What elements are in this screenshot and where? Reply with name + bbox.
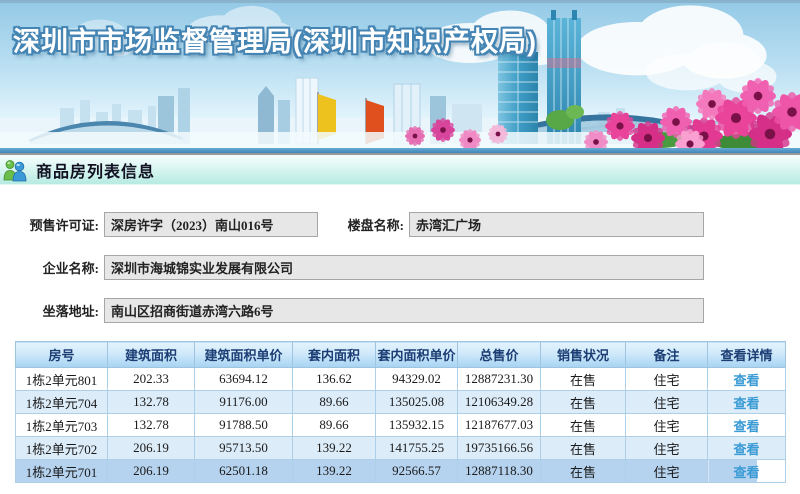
property-info-form: 预售许可证: 楼盘名称: 企业名称: 坐落地址: [0, 185, 800, 323]
table-cell: 92566.57 [376, 460, 458, 483]
table-cell: 住宅 [626, 414, 708, 437]
people-icon [2, 158, 28, 182]
table-cell: 在售 [541, 460, 626, 483]
view-detail-cell[interactable]: 查看 [708, 460, 786, 483]
table-cell: 63694.12 [195, 368, 293, 391]
presale-permit-label: 预售许可证: [0, 215, 104, 234]
column-header: 总售价 [458, 342, 541, 368]
table-cell: 在售 [541, 391, 626, 414]
table-cell: 1栋2单元701 [16, 460, 108, 483]
view-detail-cell[interactable]: 查看 [708, 391, 786, 414]
table-header-row: 房号建筑面积建筑面积单价套内面积套内面积单价总售价销售状况备注查看详情 [16, 342, 786, 368]
table-cell: 139.22 [293, 437, 376, 460]
table-cell: 12187677.03 [458, 414, 541, 437]
view-detail-link[interactable]: 查看 [733, 396, 759, 411]
page-title: 商品房列表信息 [36, 158, 155, 182]
column-header: 房号 [16, 342, 108, 368]
company-name-field[interactable] [104, 255, 704, 280]
column-header: 建筑面积 [108, 342, 195, 368]
table-cell: 206.19 [108, 460, 195, 483]
table-cell: 在售 [541, 414, 626, 437]
building-name-field[interactable] [409, 212, 704, 237]
table-cell: 139.22 [293, 460, 376, 483]
table-cell: 136.62 [293, 368, 376, 391]
company-name-label: 企业名称: [0, 258, 104, 277]
table-cell: 住宅 [626, 391, 708, 414]
table-cell: 在售 [541, 368, 626, 391]
view-detail-link[interactable]: 查看 [733, 442, 759, 457]
table-cell: 132.78 [108, 414, 195, 437]
table-cell: 1栋2单元702 [16, 437, 108, 460]
view-detail-cell[interactable]: 查看 [708, 414, 786, 437]
view-detail-cell[interactable]: 查看 [708, 437, 786, 460]
table-cell: 132.78 [108, 391, 195, 414]
table-cell: 91176.00 [195, 391, 293, 414]
column-header: 备注 [626, 342, 708, 368]
column-header: 套内面积单价 [376, 342, 458, 368]
column-header: 建筑面积单价 [195, 342, 293, 368]
table-cell: 95713.50 [195, 437, 293, 460]
table-cell: 202.33 [108, 368, 195, 391]
table-row: 1栋2单元702206.1995713.50139.22141755.25197… [16, 437, 786, 460]
view-detail-cell[interactable]: 查看 [708, 368, 786, 391]
table-cell: 1栋2单元704 [16, 391, 108, 414]
table-row: 1栋2单元801202.3363694.12136.6294329.021288… [16, 368, 786, 391]
table-cell: 89.66 [293, 391, 376, 414]
table-cell: 141755.25 [376, 437, 458, 460]
table-cell: 135932.15 [376, 414, 458, 437]
table-cell: 在售 [541, 437, 626, 460]
address-label: 坐落地址: [0, 301, 104, 320]
column-header: 套内面积 [293, 342, 376, 368]
table-cell: 住宅 [626, 437, 708, 460]
table-cell: 1栋2单元801 [16, 368, 108, 391]
table-cell: 62501.18 [195, 460, 293, 483]
table-row: 1栋2单元703132.7891788.5089.66135932.151218… [16, 414, 786, 437]
building-name-label: 楼盘名称: [339, 215, 409, 234]
address-field[interactable] [104, 298, 704, 323]
section-header: 商品房列表信息 [0, 155, 800, 185]
view-detail-link[interactable]: 查看 [733, 465, 759, 480]
table-cell: 12106349.28 [458, 391, 541, 414]
table-cell: 住宅 [626, 368, 708, 391]
table-row: 1栋2单元704132.7891176.0089.66135025.081210… [16, 391, 786, 414]
table-cell: 91788.50 [195, 414, 293, 437]
table-cell: 89.66 [293, 414, 376, 437]
table-cell: 12887118.30 [458, 460, 541, 483]
table-cell: 住宅 [626, 460, 708, 483]
table-cell: 94329.02 [376, 368, 458, 391]
table-cell: 206.19 [108, 437, 195, 460]
table-cell: 19735166.56 [458, 437, 541, 460]
view-detail-link[interactable]: 查看 [733, 419, 759, 434]
table-cell: 135025.08 [376, 391, 458, 414]
table-cell: 12887231.30 [458, 368, 541, 391]
table-cell: 1栋2单元703 [16, 414, 108, 437]
view-detail-link[interactable]: 查看 [733, 373, 759, 388]
table-row: 1栋2单元701206.1962501.18139.2292566.571288… [16, 460, 786, 483]
site-title: 深圳市市场监督管理局(深圳市知识产权局) [13, 20, 537, 59]
housing-list-table: 房号建筑面积建筑面积单价套内面积套内面积单价总售价销售状况备注查看详情 1栋2单… [15, 341, 786, 483]
column-header: 查看详情 [708, 342, 786, 368]
column-header: 销售状况 [541, 342, 626, 368]
presale-permit-field[interactable] [104, 212, 318, 237]
header-banner: 深圳市市场监督管理局(深圳市知识产权局) [0, 0, 800, 148]
